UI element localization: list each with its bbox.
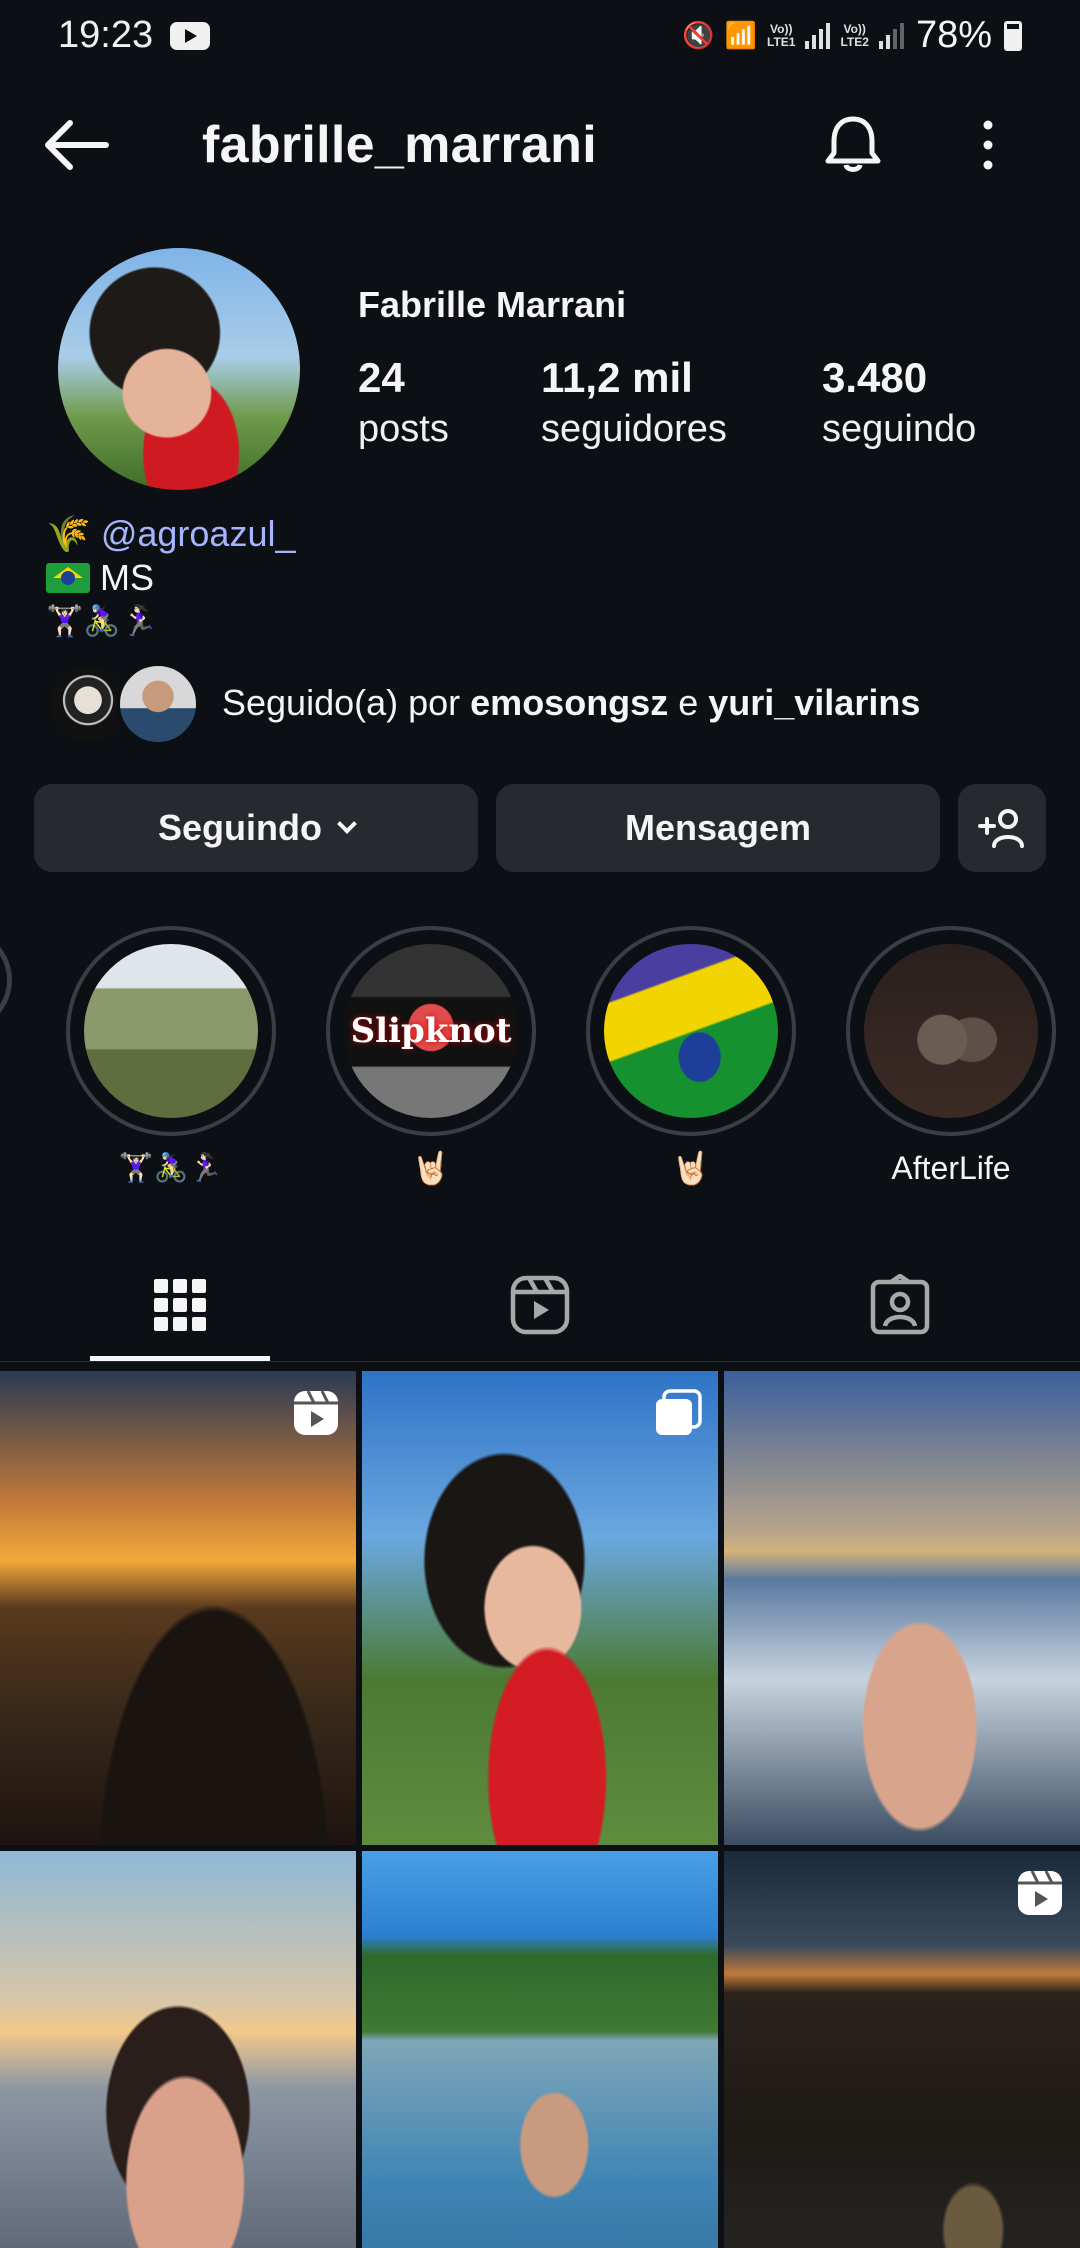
- more-vertical-icon[interactable]: [970, 117, 1006, 173]
- highlight-2-cover: Slipknot: [344, 944, 518, 1118]
- profile-avatar[interactable]: [58, 248, 300, 490]
- highlight-1-label: 🏋🏻‍♀️🚴🏻‍♀️🏃🏻‍♀️: [118, 1152, 224, 1183]
- bio-wheat-emoji: 🌾: [46, 513, 91, 554]
- bell-icon[interactable]: [820, 111, 886, 177]
- bio: 🌾 @agroazul_ MS 🏋🏻‍♀️🚴🏻‍♀️🏃🏻‍♀️: [46, 512, 296, 644]
- tagged-icon: [870, 1274, 930, 1335]
- message-button[interactable]: Mensagem: [496, 784, 940, 872]
- mute-icon: 🔇: [682, 20, 715, 50]
- post-thumbnail[interactable]: [724, 1371, 1080, 1845]
- highlight-4[interactable]: AfterLife: [846, 926, 1056, 1188]
- chevron-down-icon: [337, 814, 357, 834]
- status-bar: 19:23 🔇 📶 Vo)) LTE1 Vo)) LTE2 78%: [0, 0, 1080, 72]
- lte1-indicator: Vo)) LTE1: [767, 21, 796, 49]
- highlight-2-overlay-text: Slipknot: [350, 1011, 512, 1051]
- posts-count: 24: [358, 354, 405, 401]
- followers-count: 11,2 mil: [541, 354, 693, 401]
- followers-stat[interactable]: 11,2 mil seguidores: [541, 352, 727, 454]
- highlight-4-label: AfterLife: [891, 1150, 1011, 1186]
- highlight-1-cover: [84, 944, 258, 1118]
- wifi-icon: 📶: [724, 20, 758, 50]
- bio-location: MS: [100, 557, 154, 598]
- highlight-4-cover: [864, 944, 1038, 1118]
- highlight-2-label: 🤘🏻: [411, 1150, 451, 1186]
- add-person-button[interactable]: [958, 784, 1046, 872]
- highlight-2[interactable]: Slipknot 🤘🏻: [326, 926, 536, 1188]
- profile-header-bar: fabrille_marrani: [0, 95, 1080, 195]
- followed-by[interactable]: Seguido(a) por emosongsz e yuri_vilarins: [46, 660, 1046, 748]
- brazil-flag-icon: [46, 563, 90, 593]
- bio-activity-emojis: 🏋🏻‍♀️🚴🏻‍♀️🏃🏻‍♀️: [46, 605, 159, 638]
- battery-percent: 78%: [915, 14, 992, 56]
- username-title: fabrille_marrani: [202, 116, 597, 174]
- battery-icon: [1004, 20, 1022, 51]
- post-thumbnail[interactable]: [362, 1851, 718, 2248]
- post-thumbnail[interactable]: [0, 1371, 356, 1845]
- following-count: 3.480: [822, 354, 928, 401]
- reel-badge-icon: [1018, 1870, 1062, 1915]
- reel-badge-icon: [294, 1390, 338, 1435]
- following-button-label: Seguindo: [158, 807, 322, 848]
- status-right: 🔇 📶 Vo)) LTE1 Vo)) LTE2 78%: [682, 14, 1022, 57]
- message-button-label: Mensagem: [624, 807, 812, 848]
- followers-label: seguidores: [541, 408, 727, 450]
- signal2-icon: [878, 22, 904, 49]
- status-time: 19:23: [58, 14, 154, 56]
- following-label: seguindo: [822, 408, 977, 450]
- tab-divider: [0, 1361, 1080, 1362]
- tab-tagged[interactable]: [720, 1250, 1080, 1360]
- post-thumbnail[interactable]: [724, 1851, 1080, 2248]
- following-button[interactable]: Seguindo: [34, 784, 478, 872]
- followed-by-text: Seguido(a) por emosongsz e yuri_vilarins: [222, 682, 921, 723]
- follower-avatar-2: [116, 662, 200, 746]
- signal1-icon: [805, 22, 831, 49]
- display-name: Fabrille Marrani: [358, 284, 627, 325]
- highlight-3-label: 🤘🏻: [671, 1150, 711, 1186]
- highlight-3[interactable]: 🤘🏻: [586, 926, 796, 1188]
- highlight-partial[interactable]: [0, 928, 16, 1128]
- bio-mention-link[interactable]: @agroazul_: [101, 512, 296, 556]
- highlight-3-cover: [604, 944, 778, 1118]
- tab-reels[interactable]: [360, 1250, 720, 1360]
- arrow-left-icon[interactable]: [42, 117, 112, 173]
- reels-icon: [510, 1275, 570, 1335]
- add-person-icon: [978, 809, 1024, 848]
- post-thumbnail[interactable]: [362, 1371, 718, 1845]
- following-stat[interactable]: 3.480 seguindo: [822, 352, 976, 454]
- lte2-indicator: Vo)) LTE2: [840, 21, 869, 49]
- youtube-notification-icon: [170, 22, 210, 50]
- carousel-badge-icon: [656, 1389, 702, 1435]
- posts-stat[interactable]: 24 posts: [358, 352, 449, 454]
- profile-tabs: [0, 1250, 1080, 1360]
- tab-posts-grid[interactable]: [0, 1250, 360, 1360]
- grid-icon: [154, 1279, 206, 1331]
- post-thumbnail[interactable]: [0, 1851, 356, 2248]
- posts-label: posts: [358, 408, 449, 450]
- highlight-1[interactable]: 🏋🏻‍♀️🚴🏻‍♀️🏃🏻‍♀️: [66, 926, 276, 1188]
